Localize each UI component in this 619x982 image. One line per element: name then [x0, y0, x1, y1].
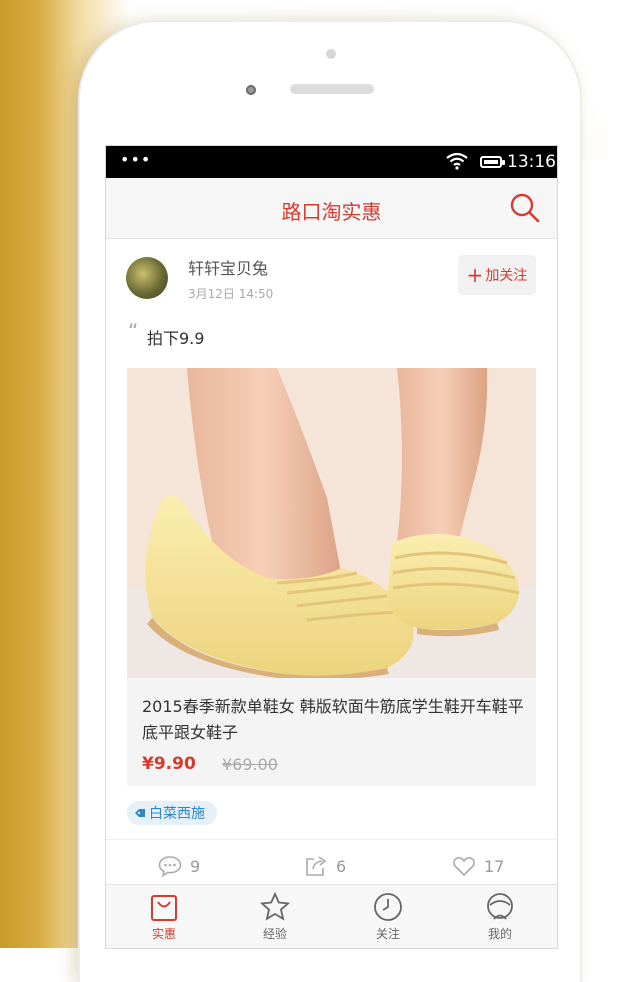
shopping-bag-icon	[151, 895, 177, 921]
tag-badge[interactable]: 白菜西施	[127, 801, 217, 825]
user-icon	[487, 893, 513, 920]
user-name[interactable]: 轩轩宝贝兔	[188, 255, 268, 279]
shoes-illustration	[127, 368, 536, 678]
battery-icon	[480, 156, 505, 168]
tag-label: 白菜西施	[149, 806, 205, 822]
share-count: 6	[336, 856, 347, 876]
search-icon[interactable]	[509, 192, 541, 224]
status-time: 13:16	[507, 152, 556, 172]
status-bar: ••• 13:16	[106, 146, 557, 178]
star-icon	[259, 891, 291, 921]
tab-label-mine: 我的	[487, 927, 512, 941]
tab-experience[interactable]: 经验	[245, 891, 305, 942]
post-text: 拍下9.9	[147, 329, 205, 348]
quote-icon: “	[128, 319, 139, 343]
like-button[interactable]: 17	[452, 855, 504, 877]
tab-deals[interactable]: 实惠	[134, 891, 194, 942]
phone-camera	[246, 85, 256, 95]
share-button[interactable]: 6	[304, 855, 346, 877]
phone-screen: ••• 13:16 路口淘实惠 轩轩宝贝兔 3月12日 14:50 + 加关注 …	[106, 146, 557, 948]
wifi-icon	[446, 152, 468, 170]
product-title: 2015春季新款单鞋女 韩版软面牛筋底学生鞋开车鞋平底平跟女鞋子	[142, 697, 524, 742]
bottom-tab-bar: 实惠 经验 关注 我的	[106, 884, 557, 948]
tab-mine[interactable]: 我的	[470, 891, 530, 942]
tab-label-following: 关注	[375, 927, 400, 941]
product-original-price: ¥69.00	[222, 755, 278, 774]
share-icon	[306, 856, 327, 876]
clock-icon	[374, 893, 402, 921]
avatar[interactable]	[126, 257, 168, 299]
tab-label-experience: 经验	[262, 927, 287, 941]
phone-speaker	[290, 84, 374, 94]
post-time: 3月12日 14:50	[188, 287, 274, 301]
plus-icon: +	[466, 263, 484, 287]
tab-label-deals: 实惠	[151, 927, 176, 941]
page-title: 路口淘实惠	[281, 200, 382, 224]
signal-indicator: •••	[120, 150, 152, 169]
product-image[interactable]	[127, 368, 536, 678]
follow-label: 加关注	[485, 268, 528, 284]
like-count: 17	[484, 856, 505, 876]
comment-count: 9	[190, 856, 201, 876]
post-actions: 9 6 17	[106, 853, 557, 881]
comment-icon	[158, 856, 182, 877]
tab-following[interactable]: 关注	[358, 891, 418, 942]
follow-button[interactable]: + 加关注	[458, 255, 536, 295]
divider	[106, 839, 557, 840]
comment-button[interactable]: 9	[158, 855, 200, 877]
phone-sensor	[326, 49, 336, 59]
product-card[interactable]: 2015春季新款单鞋女 韩版软面牛筋底学生鞋开车鞋平底平跟女鞋子 ¥9.90 ¥…	[127, 678, 536, 786]
product-price: ¥9.90	[142, 754, 196, 774]
tag-icon	[135, 809, 145, 817]
app-header: 路口淘实惠	[106, 178, 557, 239]
heart-icon	[453, 857, 475, 877]
